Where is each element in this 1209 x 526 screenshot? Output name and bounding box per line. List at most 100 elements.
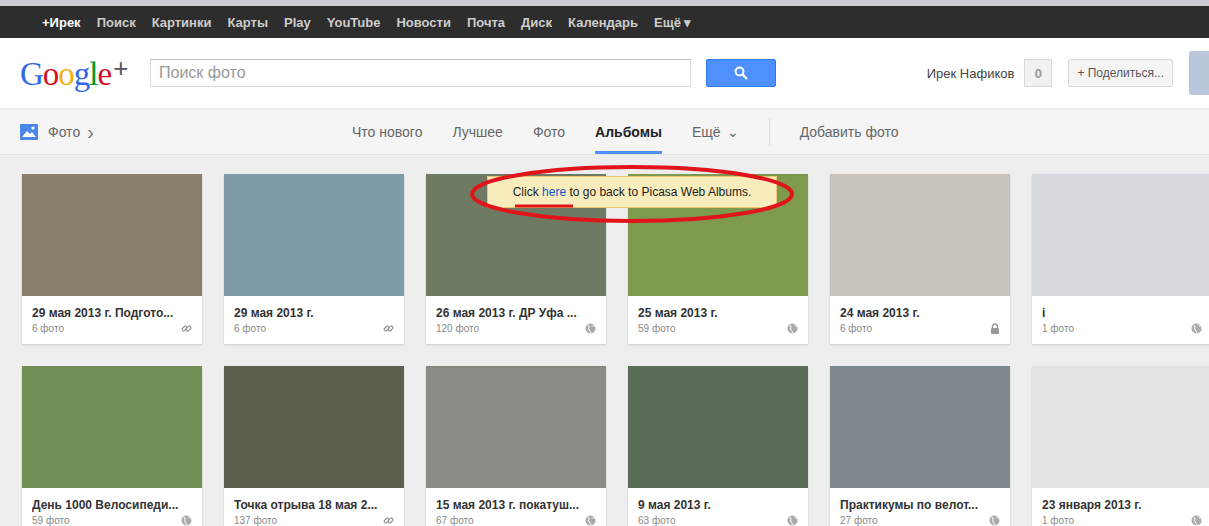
google-bar-link[interactable]: Play xyxy=(276,15,319,30)
album-caption: 26 мая 2013 г. ДР Уфа ... 120 фото xyxy=(426,296,606,334)
album-caption: i 1 фото xyxy=(1032,296,1209,334)
album-card[interactable]: День 1000 Велосипеди... 59 фото xyxy=(22,366,202,526)
nav-bar: Фото › Что нового Лучшее Фото Альбомы Ещё⌄ Д… xyxy=(0,110,1209,155)
album-cover[interactable] xyxy=(830,174,1010,296)
album-title[interactable]: 26 мая 2013 г. ДР Уфа ... xyxy=(436,306,596,320)
album-title[interactable]: 29 мая 2013 г. xyxy=(234,306,394,320)
google-bar-link[interactable]: YouTube xyxy=(319,15,389,30)
share-button[interactable]: + Поделиться... xyxy=(1068,59,1173,87)
red-ellipse-annotation xyxy=(467,162,797,226)
album-grid: 29 мая 2013 г. Подгото... 6 фото 29 мая … xyxy=(0,155,1209,526)
album-cover[interactable] xyxy=(22,366,202,488)
globe-icon xyxy=(1191,515,1202,526)
album-title[interactable]: День 1000 Велосипеди... xyxy=(32,498,192,512)
google-bar-link[interactable]: Картинки xyxy=(144,15,220,30)
globe-icon xyxy=(181,515,192,526)
album-caption: 15 мая 2013 г. покатуш... 67 фото xyxy=(426,488,606,526)
album-cover[interactable] xyxy=(1032,174,1209,296)
search-placeholder: Поиск фото xyxy=(159,64,246,82)
album-caption: 29 мая 2013 г. 6 фото xyxy=(224,296,404,334)
album-title[interactable]: 9 мая 2013 г. xyxy=(638,498,798,512)
album-caption: Практикумы по велот... 27 фото xyxy=(830,488,1010,526)
photo-count: 6 фото xyxy=(32,323,64,334)
search-button[interactable] xyxy=(706,59,776,87)
album-card[interactable]: i 1 фото xyxy=(1032,174,1209,344)
google-bar-link[interactable]: Ещё ▾ xyxy=(646,15,699,30)
photo-count: 67 фото xyxy=(436,515,474,526)
photo-count: 1 фото xyxy=(1042,323,1074,334)
album-cover[interactable] xyxy=(224,174,404,296)
photo-count: 59 фото xyxy=(638,323,676,334)
photo-count: 63 фото xyxy=(638,515,676,526)
globe-icon xyxy=(787,515,798,526)
picasa-link[interactable]: here xyxy=(542,185,566,199)
globe-icon xyxy=(989,515,1000,526)
album-title[interactable]: 25 мая 2013 г. xyxy=(638,306,798,320)
album-title[interactable]: 24 мая 2013 г. xyxy=(840,306,1000,320)
album-title[interactable]: Практикумы по велот... xyxy=(840,498,1000,512)
tabs: Что нового Лучшее Фото Альбомы Ещё⌄ Добавить… xyxy=(352,110,898,154)
globe-icon xyxy=(787,323,798,334)
album-title[interactable]: 15 мая 2013 г. покатуш... xyxy=(436,498,596,512)
google-bar-link[interactable]: Почта xyxy=(459,15,513,30)
google-bar: +ИрекПоискКартинкиКартыPlayYouTubeНовост… xyxy=(0,0,1209,38)
album-title[interactable]: Точка отрыва 18 мая 2... xyxy=(234,498,394,512)
album-cover[interactable] xyxy=(22,174,202,296)
google-bar-link[interactable]: Поиск xyxy=(89,15,144,30)
photo-count: 59 фото xyxy=(32,515,70,526)
album-card[interactable]: 15 мая 2013 г. покатуш... 67 фото xyxy=(426,366,606,526)
tab[interactable]: Ещё⌄ xyxy=(692,110,739,154)
album-cover[interactable] xyxy=(426,366,606,488)
album-title[interactable]: 29 мая 2013 г. Подгото... xyxy=(32,306,192,320)
link-icon xyxy=(181,323,192,334)
album-cover[interactable] xyxy=(830,366,1010,488)
tab[interactable]: Альбомы xyxy=(595,110,662,154)
header: Google+ Поиск фото Ирек Нафиков 0 + Поде… xyxy=(0,38,1209,108)
photo-count: 120 фото xyxy=(436,323,479,334)
album-caption: День 1000 Велосипеди... 59 фото xyxy=(22,488,202,526)
album-caption: 25 мая 2013 г. 59 фото xyxy=(628,296,808,334)
search-field[interactable]: Поиск фото xyxy=(150,59,691,87)
google-bar-link[interactable]: Карты xyxy=(219,15,276,30)
album-title[interactable]: i xyxy=(1042,306,1202,320)
magnifier-icon xyxy=(734,66,748,80)
section-title[interactable]: Фото › xyxy=(20,110,352,154)
add-photo-button[interactable]: Добавить фото xyxy=(800,110,899,154)
notification-count[interactable]: 0 xyxy=(1024,59,1052,87)
album-caption: 9 мая 2013 г. 63 фото xyxy=(628,488,808,526)
album-card[interactable]: 29 мая 2013 г. 6 фото xyxy=(224,174,404,344)
google-bar-link[interactable]: Календарь xyxy=(560,15,646,30)
photo-icon xyxy=(20,124,38,140)
google-bar-link[interactable]: Новости xyxy=(388,15,459,30)
link-icon xyxy=(383,515,394,526)
photo-count: 27 фото xyxy=(840,515,878,526)
globe-icon xyxy=(1191,323,1202,334)
album-cover[interactable] xyxy=(628,366,808,488)
google-bar-link[interactable]: +Ирек xyxy=(34,15,89,30)
tab[interactable]: Лучшее xyxy=(452,110,502,154)
google-plus-logo[interactable]: Google+ xyxy=(20,53,150,93)
photo-count: 6 фото xyxy=(234,323,266,334)
album-caption: 24 мая 2013 г. 6 фото xyxy=(830,296,1010,334)
album-caption: Точка отрыва 18 мая 2... 137 фото xyxy=(224,488,404,526)
globe-icon xyxy=(585,515,596,526)
tab[interactable]: Что нового xyxy=(352,110,422,154)
google-bar-link[interactable]: Диск xyxy=(513,15,560,30)
album-cover[interactable] xyxy=(1032,366,1209,488)
tab[interactable]: Фото xyxy=(533,110,565,154)
album-caption: 29 мая 2013 г. Подгото... 6 фото xyxy=(22,296,202,334)
user-name[interactable]: Ирек Нафиков xyxy=(927,66,1015,81)
album-card[interactable]: 23 января 2013 г. 1 фото xyxy=(1032,366,1209,526)
album-card[interactable]: 24 мая 2013 г. 6 фото xyxy=(830,174,1010,344)
photo-count: 137 фото xyxy=(234,515,277,526)
album-card[interactable]: Точка отрыва 18 мая 2... 137 фото xyxy=(224,366,404,526)
picasa-tooltip: Click here to go back to Picasa Web Albu… xyxy=(487,176,777,208)
globe-icon xyxy=(585,323,596,334)
album-card[interactable]: Практикумы по велот... 27 фото xyxy=(830,366,1010,526)
album-title[interactable]: 23 января 2013 г. xyxy=(1042,498,1202,512)
avatar[interactable] xyxy=(1189,51,1209,95)
album-cover[interactable] xyxy=(224,366,404,488)
album-card[interactable]: 29 мая 2013 г. Подгото... 6 фото xyxy=(22,174,202,344)
album-card[interactable]: 9 мая 2013 г. 63 фото xyxy=(628,366,808,526)
link-icon xyxy=(383,323,394,334)
